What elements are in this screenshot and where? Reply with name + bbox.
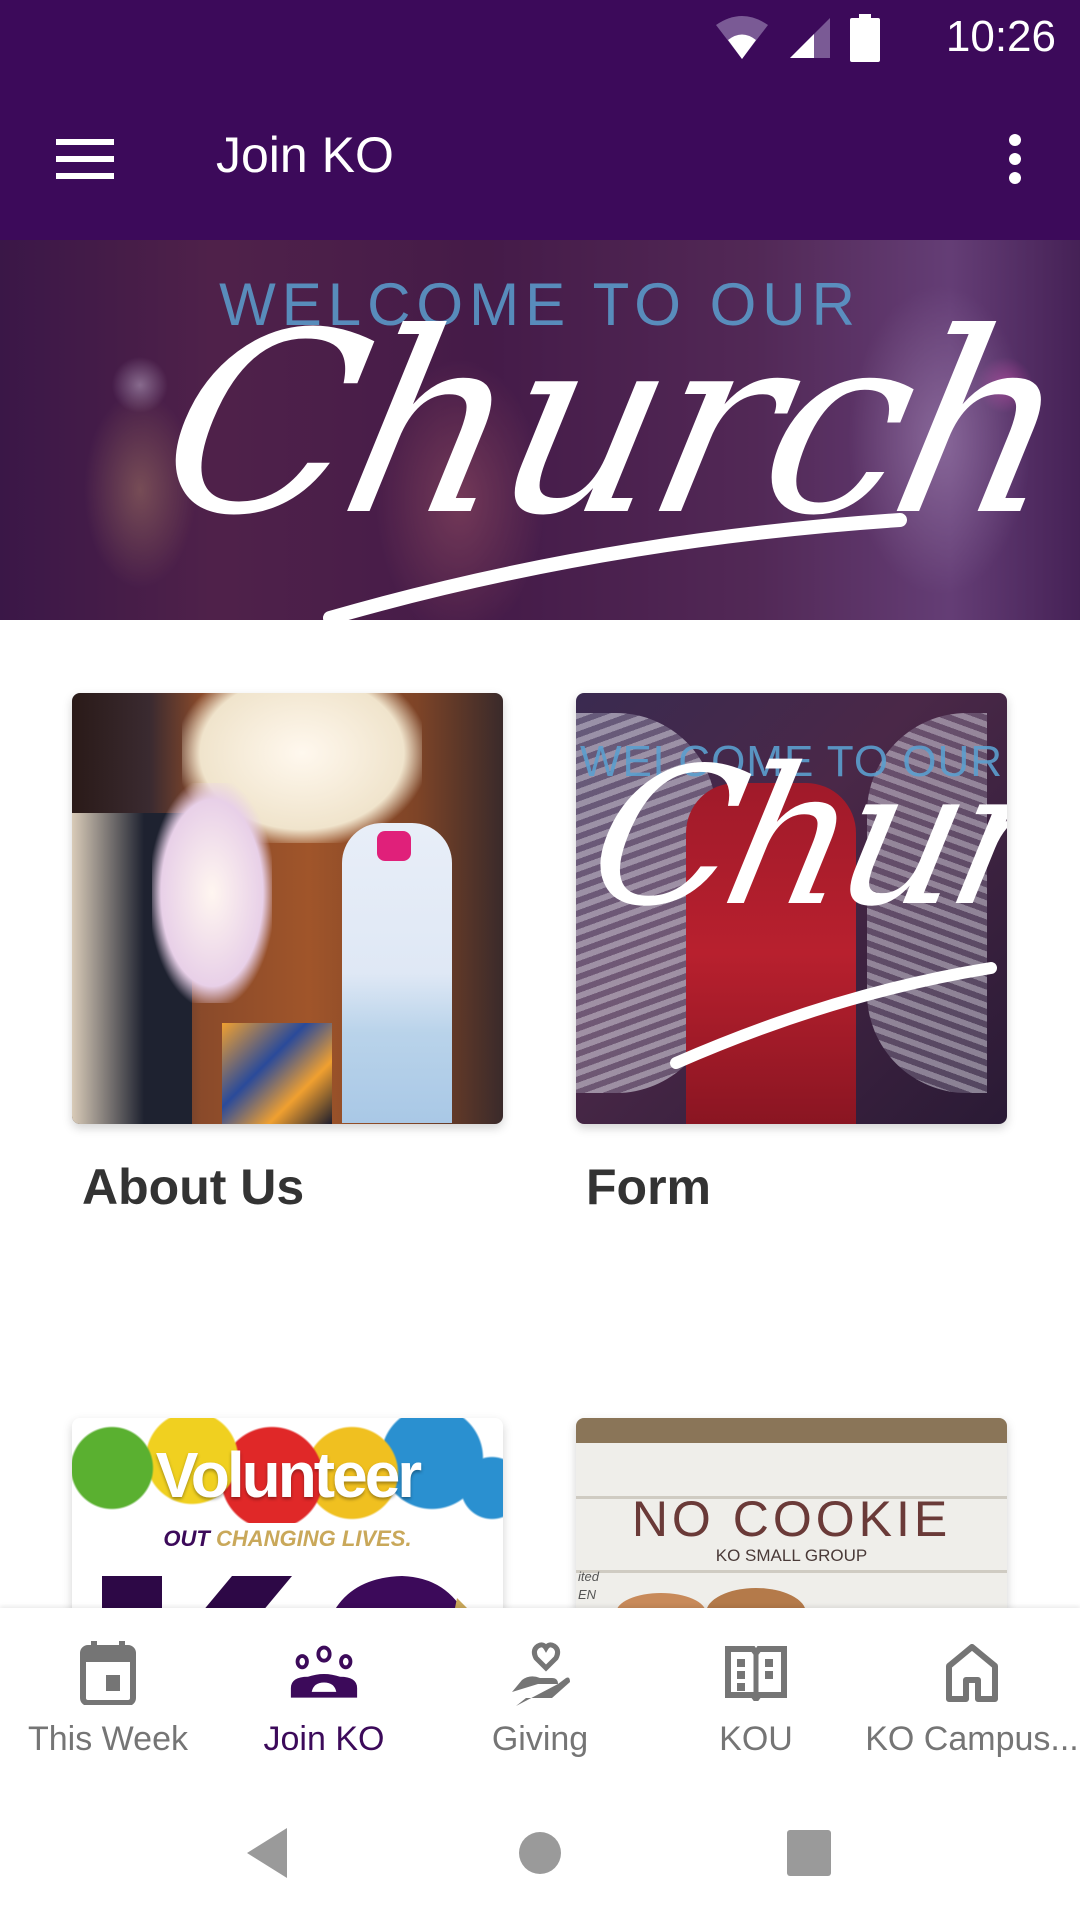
- home-circle-icon: [519, 1832, 561, 1874]
- about-us-card-title[interactable]: About Us: [82, 1158, 304, 1216]
- status-time: 10:26: [945, 12, 1056, 61]
- hamburger-menu-icon: [56, 139, 114, 179]
- image-detail: [576, 1418, 1007, 1443]
- nav-label: This Week: [28, 1720, 188, 1758]
- image-detail: [342, 823, 452, 1123]
- system-home-button[interactable]: [505, 1818, 575, 1888]
- nav-label: KO Campus...: [865, 1720, 1079, 1758]
- app-title: Join KO: [216, 127, 394, 183]
- no-cookie-subheading: KO SMALL GROUP: [715, 1546, 868, 1565]
- status-icons: [714, 14, 880, 67]
- no-cookie-card-image[interactable]: NO COOKIE KO SMALL GROUP ited EN: [576, 1418, 1007, 1618]
- image-detail: [377, 831, 411, 861]
- system-recents-button[interactable]: [774, 1818, 844, 1888]
- app-bar: Join KO: [0, 80, 1080, 240]
- nav-label: KOU: [719, 1720, 793, 1758]
- wifi-icon: [714, 15, 770, 66]
- tagline-part-1: OUT: [163, 1526, 210, 1551]
- open-book-icon: [721, 1638, 791, 1708]
- calendar-icon: [73, 1638, 143, 1708]
- image-detail: [152, 783, 272, 1003]
- form-card-image[interactable]: WELCOME TO OUR Church: [576, 693, 1007, 1124]
- volunteer-card-image[interactable]: Volunteer OUT CHANGING LIVES.: [72, 1418, 503, 1618]
- nav-item-giving[interactable]: Giving: [432, 1608, 648, 1778]
- form-card-title[interactable]: Form: [586, 1158, 711, 1216]
- nav-item-kou[interactable]: KOU: [648, 1608, 864, 1778]
- hero-banner[interactable]: WELCOME TO OUR Church: [0, 240, 1080, 620]
- giving-hand-heart-icon: [505, 1638, 575, 1708]
- volunteer-heading: Volunteer: [155, 1439, 422, 1511]
- nav-label: Join KO: [263, 1720, 385, 1758]
- form-card-swash: [670, 962, 997, 1069]
- no-cookie-heading: NO COOKIE: [631, 1491, 952, 1547]
- home-icon: [937, 1638, 1007, 1708]
- image-detail: [576, 1570, 1007, 1573]
- tagline-part-2: CHANGING LIVES.: [216, 1526, 412, 1551]
- bottom-navigation: This Week Join KO Giving KOU KO Campus..…: [0, 1608, 1080, 1778]
- nav-label: Giving: [491, 1720, 589, 1758]
- nav-item-this-week[interactable]: This Week: [0, 1608, 216, 1778]
- image-detail: [222, 1023, 332, 1124]
- side-text-line: EN: [578, 1587, 597, 1602]
- volunteer-tagline: OUT CHANGING LIVES.: [72, 1526, 503, 1552]
- system-back-button[interactable]: [232, 1818, 302, 1888]
- overflow-menu-button[interactable]: [990, 124, 1040, 194]
- menu-button[interactable]: [40, 124, 130, 194]
- no-cookie-side-text: ited EN: [578, 1568, 599, 1604]
- more-vert-icon: [1009, 134, 1021, 184]
- nav-item-join-ko[interactable]: Join KO: [216, 1608, 432, 1778]
- screen: 10:26 Join KO WELCOME TO OUR Church Abou…: [0, 0, 1080, 1920]
- hero-swash-underline: [323, 513, 907, 620]
- recents-square-icon: [787, 1830, 831, 1876]
- groups-icon: [289, 1638, 359, 1708]
- nav-item-ko-campus[interactable]: KO Campus...: [864, 1608, 1080, 1778]
- system-navigation-bar: [0, 1778, 1080, 1920]
- cellular-signal-icon: [788, 16, 832, 65]
- battery-icon: [850, 14, 880, 67]
- back-icon: [247, 1828, 287, 1878]
- about-us-card-image[interactable]: [72, 693, 503, 1124]
- side-text-line: ited: [578, 1569, 599, 1584]
- status-bar: 10:26: [0, 0, 1080, 80]
